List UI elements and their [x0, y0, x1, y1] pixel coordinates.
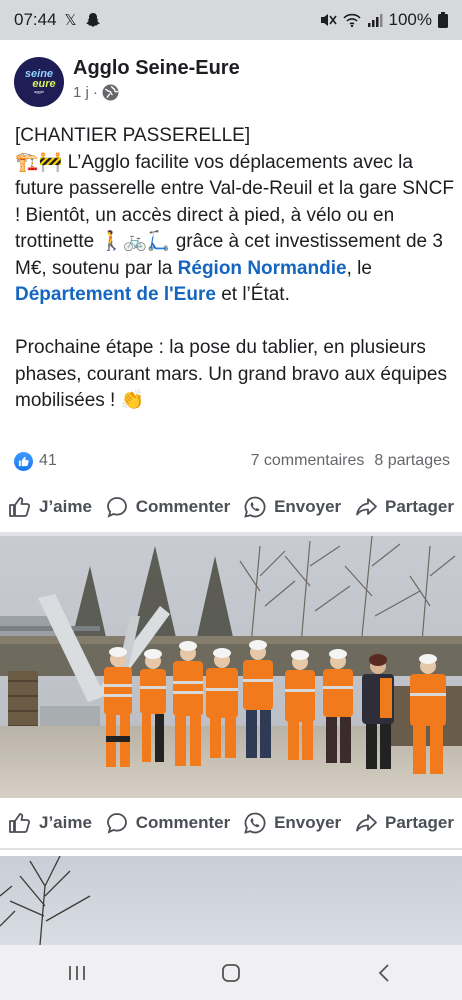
shares-count[interactable]: 8 partages: [374, 452, 450, 470]
recent-apps-icon[interactable]: [66, 963, 88, 983]
meta-separator: ·: [92, 84, 98, 101]
reactions-count[interactable]: 41: [39, 452, 57, 470]
post-photo[interactable]: [0, 536, 462, 798]
photo-like-label: J’aime: [39, 813, 92, 832]
next-post-preview[interactable]: [0, 850, 462, 945]
post-text-paragraph-1: 🏗️🚧 L’Agglo facilite vos déplacements av…: [15, 150, 455, 309]
battery-icon: [438, 12, 448, 28]
whatsapp-icon: [244, 496, 266, 518]
post-time[interactable]: 1 j: [73, 84, 89, 101]
link-region-normandie[interactable]: Région Normandie: [178, 258, 347, 279]
tree-branches-photo: [0, 855, 91, 945]
signal-icon: [367, 14, 383, 27]
wifi-icon: [342, 13, 361, 28]
photo-comment-label: Commenter: [135, 813, 231, 832]
thumbs-up-icon: [9, 813, 30, 833]
photo-share-button[interactable]: Partager: [354, 811, 454, 835]
share-icon: [356, 814, 377, 832]
send-button[interactable]: Envoyer: [243, 495, 341, 519]
like-reaction-icon[interactable]: [14, 451, 33, 471]
construction-team-photo: [0, 536, 462, 798]
photo-send-label: Envoyer: [274, 813, 342, 832]
photo-share-label: Partager: [384, 813, 454, 832]
mute-icon: [320, 14, 337, 26]
share-icon: [356, 498, 377, 516]
share-button[interactable]: Partager: [354, 495, 454, 519]
photo-like-button[interactable]: J’aime: [8, 811, 92, 835]
post-text-p1-end: et l’État.: [215, 284, 290, 305]
battery-percent: 100%: [388, 10, 432, 29]
comment-label: Commenter: [135, 497, 231, 516]
avatar-logo-line3: agglo: [34, 89, 44, 94]
back-icon[interactable]: [374, 962, 396, 984]
post-stats: 41 7 commentaires 8 partages: [14, 450, 450, 472]
page-name[interactable]: Agglo Seine-Eure: [73, 57, 240, 80]
system-nav-bar: [0, 945, 462, 1000]
comment-button[interactable]: Commenter: [105, 495, 230, 519]
post-text: [CHANTIER PASSERELLE] 🏗️🚧 L’Agglo facili…: [15, 123, 455, 415]
post-text-paragraph-2: Prochaine étape : la pose du tablier, en…: [15, 337, 447, 411]
photo-comment-button[interactable]: Commenter: [105, 811, 230, 835]
post-action-bar: J’aime Commenter Envoyer Partager: [0, 482, 462, 532]
x-app-icon: 𝕏: [64, 12, 77, 29]
post-text-p1-mid: , le: [346, 257, 372, 279]
comments-count[interactable]: 7 commentaires: [251, 452, 365, 470]
like-label: J’aime: [39, 497, 92, 516]
next-post-photo: [0, 855, 462, 945]
comment-icon: [106, 813, 127, 834]
thumbs-up-icon: [9, 497, 30, 517]
like-button[interactable]: J’aime: [8, 495, 92, 519]
link-departement-eure[interactable]: Département de l'Eure: [15, 284, 216, 305]
post-card: seine eure agglo Agglo Seine-Eure 1 j · …: [0, 40, 462, 524]
globe-icon: [102, 84, 119, 101]
status-bar: 07:44 𝕏 100%: [0, 0, 462, 40]
share-label: Partager: [384, 497, 454, 516]
photo-action-bar: J’aime Commenter Envoyer Partager: [0, 798, 462, 848]
page-avatar[interactable]: seine eure agglo: [14, 57, 64, 107]
post-meta: 1 j ·: [73, 84, 119, 101]
home-icon[interactable]: [220, 962, 242, 984]
photo-send-button[interactable]: Envoyer: [243, 811, 341, 835]
comment-icon: [106, 497, 127, 518]
avatar-logo-line2: eure: [32, 78, 56, 90]
status-time: 07:44: [14, 10, 57, 29]
post-text-heading: [CHANTIER PASSERELLE]: [15, 125, 251, 146]
snapchat-icon: [85, 13, 100, 27]
whatsapp-icon: [244, 812, 266, 834]
send-label: Envoyer: [274, 497, 342, 516]
